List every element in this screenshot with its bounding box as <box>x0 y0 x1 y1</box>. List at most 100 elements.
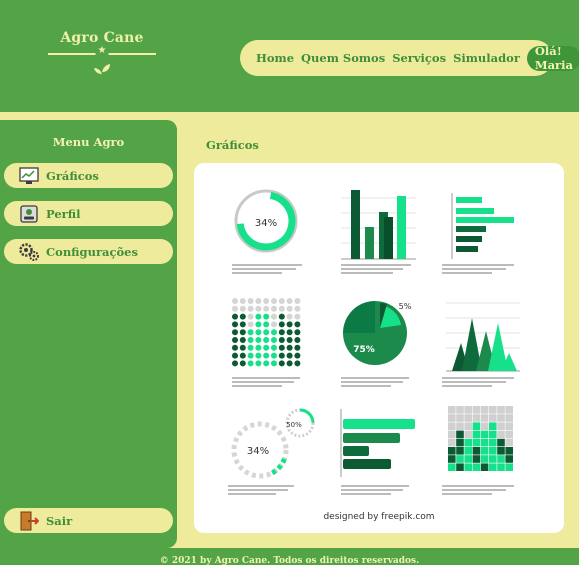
matrix-dot <box>286 360 293 367</box>
heatmap-cell <box>505 438 513 447</box>
heatmap-cell <box>472 406 481 414</box>
sidebar-item-label: Gráficos <box>46 168 99 183</box>
matrix-dot <box>294 360 301 367</box>
matrix-dot <box>294 298 301 304</box>
heatmap-cell <box>497 406 505 414</box>
logo[interactable]: Agro Cane ★ <box>48 30 156 81</box>
matrix-dot <box>286 337 293 343</box>
nav-quem-somos[interactable]: Quem Somos <box>301 51 385 65</box>
matrix-dot <box>247 329 254 336</box>
matrix-dot <box>263 360 270 367</box>
matrix-dot <box>263 305 270 312</box>
heatmap-cell <box>489 463 497 471</box>
matrix-dot <box>247 305 254 312</box>
matrix-dot <box>271 352 277 359</box>
heatmap-cell <box>472 430 481 439</box>
heatmap-cell <box>505 430 513 439</box>
radial-gauge-chart: 50% 34% <box>228 408 315 495</box>
matrix-dot <box>286 313 293 320</box>
heatmap-cell <box>505 455 513 463</box>
heatmap-cell <box>489 406 497 414</box>
footer: © 2021 by Agro Cane. Todos os direitos r… <box>0 548 579 565</box>
sidebar-item-configuracoes[interactable]: Configurações <box>4 239 173 264</box>
heatmap-chart[interactable] <box>448 406 513 471</box>
matrix-dot <box>271 329 277 336</box>
heatmap-cell <box>497 463 505 471</box>
matrix-dot <box>294 321 301 328</box>
heatmap-cell <box>456 447 464 455</box>
heatmap-cell <box>448 455 456 463</box>
matrix-dot <box>278 360 285 367</box>
matrix-dot <box>255 337 262 343</box>
nav-simulador[interactable]: Simulador <box>453 51 520 65</box>
user-greeting-button[interactable]: Olá! Maria <box>526 44 579 72</box>
heatmap-cell <box>472 463 481 471</box>
sidebar: Menu Agro Gráficos Perfil Configurações … <box>0 120 177 548</box>
donut-chart: 34% <box>232 189 302 274</box>
matrix-dot <box>255 360 262 367</box>
pie-chart: 75% 5% <box>341 301 412 387</box>
nav-home[interactable]: Home <box>256 51 294 65</box>
matrix-dot <box>271 298 277 304</box>
matrix-dot <box>232 321 238 328</box>
heatmap-cell <box>472 422 481 430</box>
sidebar-item-perfil[interactable]: Perfil <box>4 201 173 226</box>
matrix-dot <box>286 352 293 359</box>
heatmap-cell <box>472 455 481 463</box>
matrix-dot <box>286 305 293 312</box>
heatmap-cell <box>456 422 464 430</box>
matrix-dot <box>286 321 293 328</box>
matrix-dot <box>239 305 246 312</box>
nav-servicos[interactable]: Serviços <box>392 51 446 65</box>
matrix-dot <box>263 298 270 304</box>
heatmap-cell <box>448 430 456 439</box>
heatmap-cell <box>489 422 497 430</box>
matrix-dot <box>278 337 285 343</box>
gears-icon <box>18 242 40 262</box>
logout-button[interactable]: Sair <box>4 508 173 533</box>
donut-label: 34% <box>255 218 277 229</box>
copyright-text: © 2021 by Agro Cane. Todos os direitos r… <box>159 556 420 565</box>
horizontal-bar-chart <box>340 409 415 495</box>
matrix-dot <box>255 329 262 336</box>
brand-name: Agro Cane <box>60 30 144 46</box>
vertical-bar-chart <box>341 190 416 274</box>
matrix-dot <box>263 337 270 343</box>
chart-screen-icon <box>18 166 40 186</box>
star-icon: ★ <box>95 45 109 56</box>
heatmap-cell <box>456 406 464 414</box>
pie-small-label: 5% <box>399 302 412 311</box>
top-nav: Home Quem Somos Serviços Simulador Olá! … <box>240 40 579 76</box>
heatmap-cell <box>480 447 489 455</box>
logo-divider: ★ <box>48 45 156 58</box>
heatmap-cell <box>448 438 456 447</box>
heatmap-cell <box>480 422 489 430</box>
matrix-dot <box>239 321 246 328</box>
matrix-dot <box>294 344 301 351</box>
heatmap-cell <box>464 414 472 422</box>
sidebar-item-label: Configurações <box>46 244 138 259</box>
heatmap-cell <box>497 455 505 463</box>
heatmap-cell <box>497 430 505 439</box>
heatmap-cell <box>480 455 489 463</box>
heatmap-cell <box>489 447 497 455</box>
matrix-dot <box>278 305 285 312</box>
matrix-dot <box>255 305 262 312</box>
matrix-dot <box>294 337 301 343</box>
matrix-dot <box>278 321 285 328</box>
matrix-dot <box>271 344 277 351</box>
sidebar-item-graficos[interactable]: Gráficos <box>4 163 173 188</box>
heatmap-cell <box>505 414 513 422</box>
radial-big-label: 34% <box>247 446 269 457</box>
heatmap-cell <box>448 422 456 430</box>
matrix-dot <box>286 329 293 336</box>
matrix-dot <box>278 298 285 304</box>
triangle-peak-chart <box>442 302 520 387</box>
dotted-bar-chart <box>442 193 514 274</box>
infographic-image: 34% 75% 5% 50% 34% designed by freepik.c… <box>228 189 520 522</box>
infographic-card: 34% 75% 5% 50% 34% designed by freepik.c… <box>194 163 564 533</box>
matrix-dot <box>263 321 270 328</box>
matrix-dot <box>294 313 301 320</box>
matrix-dot <box>239 329 246 336</box>
matrix-dot <box>271 360 277 367</box>
